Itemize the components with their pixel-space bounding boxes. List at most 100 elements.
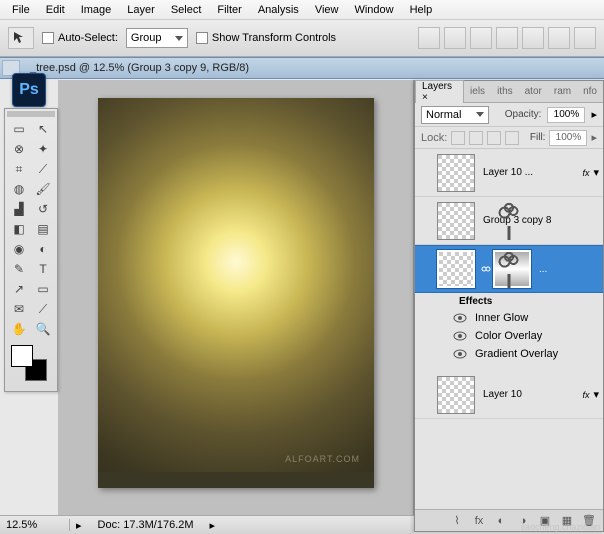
- layer-thumbnail[interactable]: [437, 250, 475, 288]
- gradient-tool-icon[interactable]: ▤: [31, 219, 55, 239]
- type-tool-icon[interactable]: T: [31, 259, 55, 279]
- heal-tool-icon[interactable]: ◍: [7, 179, 31, 199]
- align-icon[interactable]: [418, 27, 440, 49]
- lock-position-icon[interactable]: [487, 131, 501, 145]
- eraser-tool-icon[interactable]: ◧: [7, 219, 31, 239]
- chevron-down-icon[interactable]: ▾: [591, 388, 601, 401]
- history-brush-icon[interactable]: ↺: [31, 199, 55, 219]
- tab-layers[interactable]: Layers ×: [415, 80, 464, 103]
- menu-filter[interactable]: Filter: [209, 4, 249, 16]
- menu-view[interactable]: View: [307, 4, 347, 16]
- blur-tool-icon[interactable]: ◉: [7, 239, 31, 259]
- zoom-tool-icon[interactable]: 🔍: [31, 319, 55, 339]
- toolbox-grip[interactable]: [7, 111, 55, 117]
- eye-icon[interactable]: [453, 329, 467, 343]
- auto-select-option[interactable]: Auto-Select:: [42, 32, 118, 44]
- tab-paths[interactable]: iths: [491, 86, 519, 97]
- align-icon[interactable]: [574, 27, 596, 49]
- fill-field[interactable]: 100%: [549, 130, 587, 146]
- layer-thumbnail[interactable]: [437, 202, 475, 240]
- marquee-tool-icon[interactable]: ▭: [7, 119, 31, 139]
- lock-pixels-icon[interactable]: [469, 131, 483, 145]
- menu-image[interactable]: Image: [73, 4, 120, 16]
- adjustment-layer-icon[interactable]: ◑: [515, 513, 531, 529]
- layer-style-icon[interactable]: fx: [471, 513, 487, 529]
- align-icon[interactable]: [470, 27, 492, 49]
- lasso-tool-icon[interactable]: ⊗: [7, 139, 31, 159]
- move-tool-icon[interactable]: [8, 27, 34, 49]
- toolbox: ▭↖ ⊗✦ ⌗⟋ ◍🖌 ▟↺ ◧▤ ◉◐ ✎T ↗▭ ✉⟋ ✋🔍: [4, 108, 58, 392]
- group-select-value: Group: [131, 32, 162, 44]
- eye-icon[interactable]: [453, 347, 467, 361]
- tab-channels[interactable]: iels: [464, 86, 491, 97]
- effect-row[interactable]: Gradient Overlay: [415, 345, 603, 363]
- chevron-down-icon[interactable]: ▾: [591, 166, 601, 179]
- document-canvas[interactable]: ALFOART.COM: [98, 98, 374, 488]
- zoom-field[interactable]: 12.5%: [0, 519, 70, 531]
- align-icon[interactable]: [548, 27, 570, 49]
- menu-help[interactable]: Help: [402, 4, 441, 16]
- visibility-toggle[interactable]: [418, 388, 432, 402]
- layer-thumbnail[interactable]: [437, 154, 475, 192]
- menu-layer[interactable]: Layer: [119, 4, 163, 16]
- layer-row[interactable]: Layer 10 fx ▾: [415, 371, 603, 419]
- dodge-tool-icon[interactable]: ◐: [31, 239, 55, 259]
- wand-tool-icon[interactable]: ✦: [31, 139, 55, 159]
- layer-thumbnail[interactable]: [437, 376, 475, 414]
- move-tool-icon[interactable]: ↖: [31, 119, 55, 139]
- layer-mask-icon[interactable]: ◐: [493, 513, 509, 529]
- eye-icon[interactable]: [453, 311, 467, 325]
- document-tab-strip: _tree.psd @ 12.5% (Group 3 copy 9, RGB/8…: [0, 57, 604, 79]
- blend-mode-select[interactable]: Normal: [421, 106, 489, 124]
- auto-select-checkbox[interactable]: [42, 32, 54, 44]
- visibility-toggle[interactable]: [418, 166, 432, 180]
- slice-tool-icon[interactable]: ⟋: [31, 159, 55, 179]
- align-icon[interactable]: [444, 27, 466, 49]
- layer-row[interactable]: Layer 10 ... fx ▾: [415, 149, 603, 197]
- tab-info[interactable]: nfo: [577, 86, 603, 97]
- align-icon[interactable]: [522, 27, 544, 49]
- effect-row[interactable]: Inner Glow: [415, 309, 603, 327]
- status-menu-icon[interactable]: ▸: [204, 519, 222, 532]
- new-layer-icon[interactable]: ▦: [559, 513, 575, 529]
- lock-all-icon[interactable]: [505, 131, 519, 145]
- group-select[interactable]: Group: [126, 28, 188, 48]
- menu-analysis[interactable]: Analysis: [250, 4, 307, 16]
- document-title: _tree.psd @ 12.5% (Group 3 copy 9, RGB/8…: [20, 62, 259, 74]
- opacity-arrow-icon[interactable]: ▸: [591, 108, 597, 121]
- effect-row[interactable]: Color Overlay: [415, 327, 603, 345]
- stamp-tool-icon[interactable]: ▟: [7, 199, 31, 219]
- show-transform-checkbox[interactable]: [196, 32, 208, 44]
- color-swatches: [7, 343, 55, 389]
- app-logo-icon: Ps: [12, 73, 46, 107]
- status-arrow-icon[interactable]: ▸: [70, 519, 88, 532]
- path-tool-icon[interactable]: ↗: [7, 279, 31, 299]
- fill-arrow-icon[interactable]: ▸: [591, 131, 597, 144]
- trash-icon[interactable]: 🗑: [581, 513, 597, 529]
- layer-row-selected[interactable]: ...: [415, 245, 603, 293]
- link-layers-icon[interactable]: ⌇: [449, 513, 465, 529]
- lock-transparency-icon[interactable]: [451, 131, 465, 145]
- layer-name[interactable]: Layer 10: [479, 389, 580, 400]
- tab-histogram[interactable]: ram: [548, 86, 577, 97]
- menu-window[interactable]: Window: [346, 4, 401, 16]
- opacity-field[interactable]: 100%: [547, 107, 585, 123]
- foreground-color-swatch[interactable]: [11, 345, 33, 367]
- notes-tool-icon[interactable]: ✉: [7, 299, 31, 319]
- brush-tool-icon[interactable]: 🖌: [31, 179, 55, 199]
- hand-tool-icon[interactable]: ✋: [7, 319, 31, 339]
- show-transform-option[interactable]: Show Transform Controls: [196, 32, 336, 44]
- menu-file[interactable]: File: [4, 4, 38, 16]
- pen-tool-icon[interactable]: ✎: [7, 259, 31, 279]
- menu-edit[interactable]: Edit: [38, 4, 73, 16]
- menu-select[interactable]: Select: [163, 4, 210, 16]
- group-icon[interactable]: ▣: [537, 513, 553, 529]
- eyedropper-tool-icon[interactable]: ⟋: [31, 299, 55, 319]
- layer-name[interactable]: Layer 10 ...: [479, 167, 580, 178]
- crop-tool-icon[interactable]: ⌗: [7, 159, 31, 179]
- layer-row[interactable]: Group 3 copy 8: [415, 197, 603, 245]
- status-bar: 12.5% ▸ Doc: 17.3M/176.2M ▸: [0, 515, 414, 534]
- tab-navigator[interactable]: ator: [519, 86, 548, 97]
- align-icon[interactable]: [496, 27, 518, 49]
- shape-tool-icon[interactable]: ▭: [31, 279, 55, 299]
